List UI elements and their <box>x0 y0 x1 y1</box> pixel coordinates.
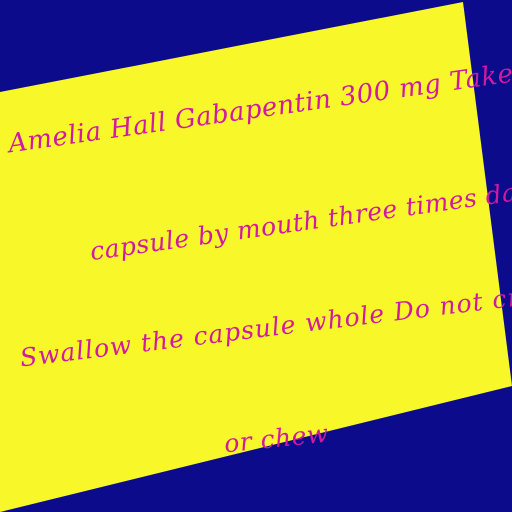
canvas: Amelia Hall Gabapentin 300 mg Take capsu… <box>0 0 512 512</box>
